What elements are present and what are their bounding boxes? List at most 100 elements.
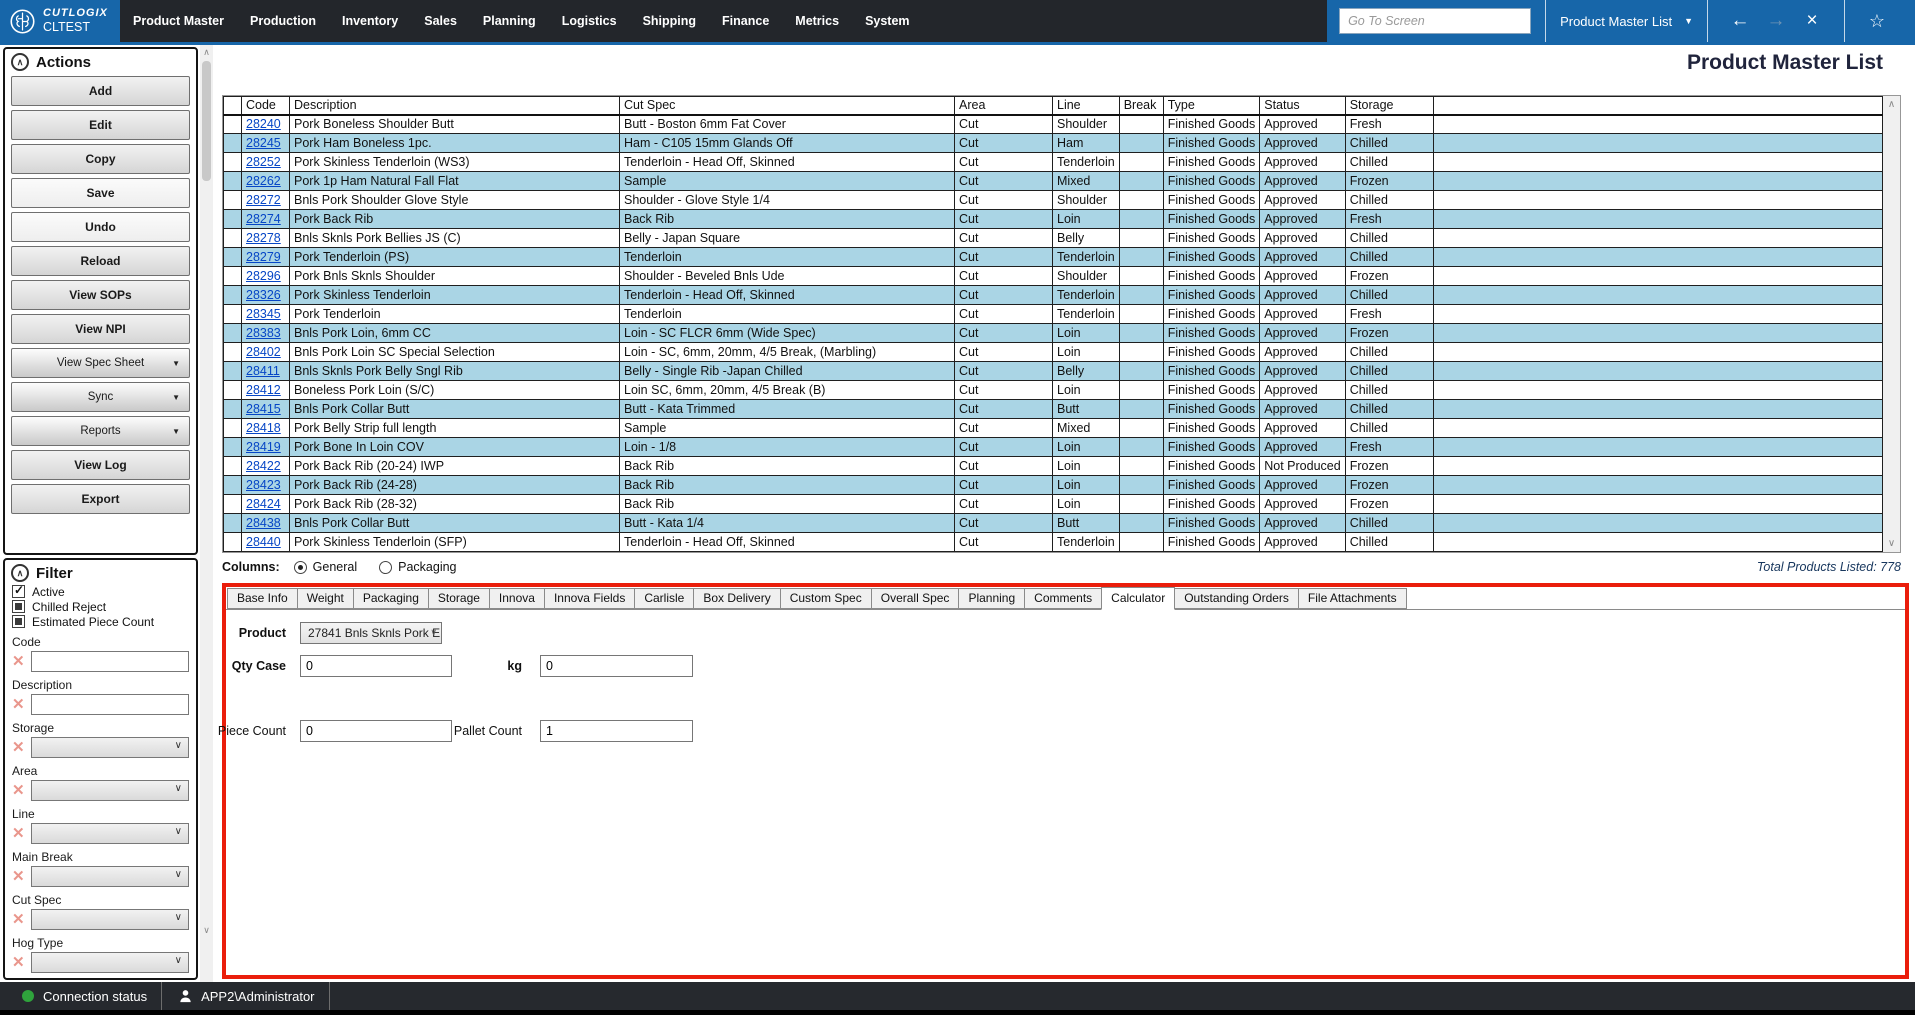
menu-item-metrics[interactable]: Metrics bbox=[782, 0, 852, 42]
table-row[interactable]: 28326Pork Skinless TenderloinTenderloin … bbox=[224, 286, 1883, 305]
menu-item-inventory[interactable]: Inventory bbox=[329, 0, 411, 42]
table-row[interactable]: 28245Pork Ham Boneless 1pc.Ham - C105 15… bbox=[224, 134, 1883, 153]
table-row[interactable]: 28422Pork Back Rib (20-24) IWPBack RibCu… bbox=[224, 457, 1883, 476]
product-code-link[interactable]: 28345 bbox=[246, 307, 281, 321]
row-selector-cell[interactable] bbox=[224, 324, 242, 343]
row-selector-cell[interactable] bbox=[224, 419, 242, 438]
menu-item-sales[interactable]: Sales bbox=[411, 0, 470, 42]
clear-filter-icon[interactable]: ✕ bbox=[12, 869, 27, 884]
radio-general[interactable]: General bbox=[294, 560, 357, 574]
table-row[interactable]: 28440Pork Skinless Tenderloin (SFP)Tende… bbox=[224, 533, 1883, 552]
row-selector-cell[interactable] bbox=[224, 305, 242, 324]
clear-filter-icon[interactable]: ✕ bbox=[12, 654, 27, 669]
save-button[interactable]: Save bbox=[11, 178, 190, 208]
row-selector-cell[interactable] bbox=[224, 362, 242, 381]
add-button[interactable]: Add bbox=[11, 76, 190, 106]
reload-button[interactable]: Reload bbox=[11, 246, 190, 276]
column-header-break[interactable]: Break bbox=[1119, 97, 1163, 115]
column-header-storage[interactable]: Storage bbox=[1345, 97, 1433, 115]
menu-item-finance[interactable]: Finance bbox=[709, 0, 782, 42]
go-to-screen-input[interactable] bbox=[1339, 8, 1531, 34]
pallet-count-input[interactable] bbox=[540, 720, 693, 742]
tab-overall-spec[interactable]: Overall Spec bbox=[871, 588, 960, 609]
product-code-link[interactable]: 28279 bbox=[246, 250, 281, 264]
table-row[interactable]: 28423Pork Back Rib (24-28)Back RibCutLoi… bbox=[224, 476, 1883, 495]
tab-packaging[interactable]: Packaging bbox=[353, 588, 429, 609]
code-filter-input[interactable] bbox=[31, 651, 189, 672]
table-row[interactable]: 28262Pork 1p Ham Natural Fall FlatSample… bbox=[224, 172, 1883, 191]
menu-item-planning[interactable]: Planning bbox=[470, 0, 549, 42]
tab-calculator[interactable]: Calculator bbox=[1101, 587, 1175, 610]
row-selector-cell[interactable] bbox=[224, 381, 242, 400]
column-header-description[interactable]: Description bbox=[290, 97, 620, 115]
close-screen-button[interactable]: × bbox=[1794, 10, 1830, 32]
row-selector-cell[interactable] bbox=[224, 533, 242, 552]
product-code-link[interactable]: 28240 bbox=[246, 117, 281, 131]
clear-filter-icon[interactable]: ✕ bbox=[12, 912, 27, 927]
row-selector-cell[interactable] bbox=[224, 400, 242, 419]
product-dropdown[interactable]: 27841 Bnls Sknls Pork E ∨ bbox=[300, 622, 442, 644]
scrollbar-thumb[interactable] bbox=[202, 61, 211, 181]
row-selector-cell[interactable] bbox=[224, 153, 242, 172]
copy-button[interactable]: Copy bbox=[11, 144, 190, 174]
piece-count-input[interactable] bbox=[300, 720, 452, 742]
tab-storage[interactable]: Storage bbox=[428, 588, 490, 609]
row-selector-cell[interactable] bbox=[224, 495, 242, 514]
tab-comments[interactable]: Comments bbox=[1024, 588, 1102, 609]
row-selector-cell[interactable] bbox=[224, 191, 242, 210]
row-selector-cell[interactable] bbox=[224, 457, 242, 476]
row-selector-cell[interactable] bbox=[224, 115, 242, 134]
main-break-filter-select[interactable] bbox=[31, 866, 189, 887]
reports-button[interactable]: Reports bbox=[11, 416, 190, 446]
clear-filter-icon[interactable]: ✕ bbox=[12, 740, 27, 755]
undo-button[interactable]: Undo bbox=[11, 212, 190, 242]
forward-button[interactable]: → bbox=[1758, 10, 1794, 32]
product-code-link[interactable]: 28272 bbox=[246, 193, 281, 207]
tab-box-delivery[interactable]: Box Delivery bbox=[693, 588, 780, 609]
column-header-status[interactable]: Status bbox=[1260, 97, 1345, 115]
menu-item-shipping[interactable]: Shipping bbox=[630, 0, 709, 42]
filter-check-chilled-reject[interactable]: Chilled Reject bbox=[5, 599, 196, 614]
filter-check-estimated-piece-count[interactable]: Estimated Piece Count bbox=[5, 614, 196, 629]
row-selector-cell[interactable] bbox=[224, 343, 242, 362]
tab-carlisle[interactable]: Carlisle bbox=[634, 588, 694, 609]
back-button[interactable]: ← bbox=[1722, 10, 1758, 32]
menu-item-logistics[interactable]: Logistics bbox=[549, 0, 630, 42]
checkbox-checked-icon[interactable] bbox=[12, 585, 25, 598]
scroll-down-icon[interactable]: ∨ bbox=[1883, 538, 1900, 549]
table-row[interactable]: 28296Pork Bnls Sknls ShoulderShoulder - … bbox=[224, 267, 1883, 286]
row-selector-cell[interactable] bbox=[224, 210, 242, 229]
tab-outstanding-orders[interactable]: Outstanding Orders bbox=[1174, 588, 1299, 609]
product-code-link[interactable]: 28440 bbox=[246, 535, 281, 549]
clear-filter-icon[interactable]: ✕ bbox=[12, 697, 27, 712]
view-sops-button[interactable]: View SOPs bbox=[11, 280, 190, 310]
table-row[interactable]: 28415Bnls Pork Collar ButtButt - Kata Tr… bbox=[224, 400, 1883, 419]
screen-selector-dropdown[interactable]: Product Master List ▼ bbox=[1560, 14, 1693, 29]
edit-button[interactable]: Edit bbox=[11, 110, 190, 140]
product-code-link[interactable]: 28438 bbox=[246, 516, 281, 530]
row-selector-cell[interactable] bbox=[224, 267, 242, 286]
table-row[interactable]: 28278Bnls Sknls Pork Bellies JS (C)Belly… bbox=[224, 229, 1883, 248]
column-header-code[interactable]: Code bbox=[242, 97, 290, 115]
sync-button[interactable]: Sync bbox=[11, 382, 190, 412]
table-row[interactable]: 28240Pork Boneless Shoulder ButtButt - B… bbox=[224, 115, 1883, 134]
table-row[interactable]: 28402Bnls Pork Loin SC Special Selection… bbox=[224, 343, 1883, 362]
storage-filter-select[interactable] bbox=[31, 737, 189, 758]
tab-file-attachments[interactable]: File Attachments bbox=[1298, 588, 1407, 609]
row-selector-cell[interactable] bbox=[224, 476, 242, 495]
description-filter-input[interactable] bbox=[31, 694, 189, 715]
view-spec-sheet-button[interactable]: View Spec Sheet bbox=[11, 348, 190, 378]
scroll-down-icon[interactable]: ∨ bbox=[200, 925, 213, 936]
table-row[interactable]: 28419Pork Bone In Loin COVLoin - 1/8CutL… bbox=[224, 438, 1883, 457]
product-code-link[interactable]: 28418 bbox=[246, 421, 281, 435]
tab-base-info[interactable]: Base Info bbox=[227, 588, 298, 609]
row-selector-cell[interactable] bbox=[224, 438, 242, 457]
product-code-link[interactable]: 28326 bbox=[246, 288, 281, 302]
tab-innova[interactable]: Innova bbox=[489, 588, 545, 609]
clear-filter-icon[interactable]: ✕ bbox=[12, 783, 27, 798]
radio-packaging-control[interactable] bbox=[379, 561, 392, 574]
row-selector-cell[interactable] bbox=[224, 134, 242, 153]
view-log-button[interactable]: View Log bbox=[11, 450, 190, 480]
menu-item-product-master[interactable]: Product Master bbox=[120, 0, 237, 42]
app-logo[interactable]: CUTLOGIX CLTEST bbox=[0, 0, 120, 42]
